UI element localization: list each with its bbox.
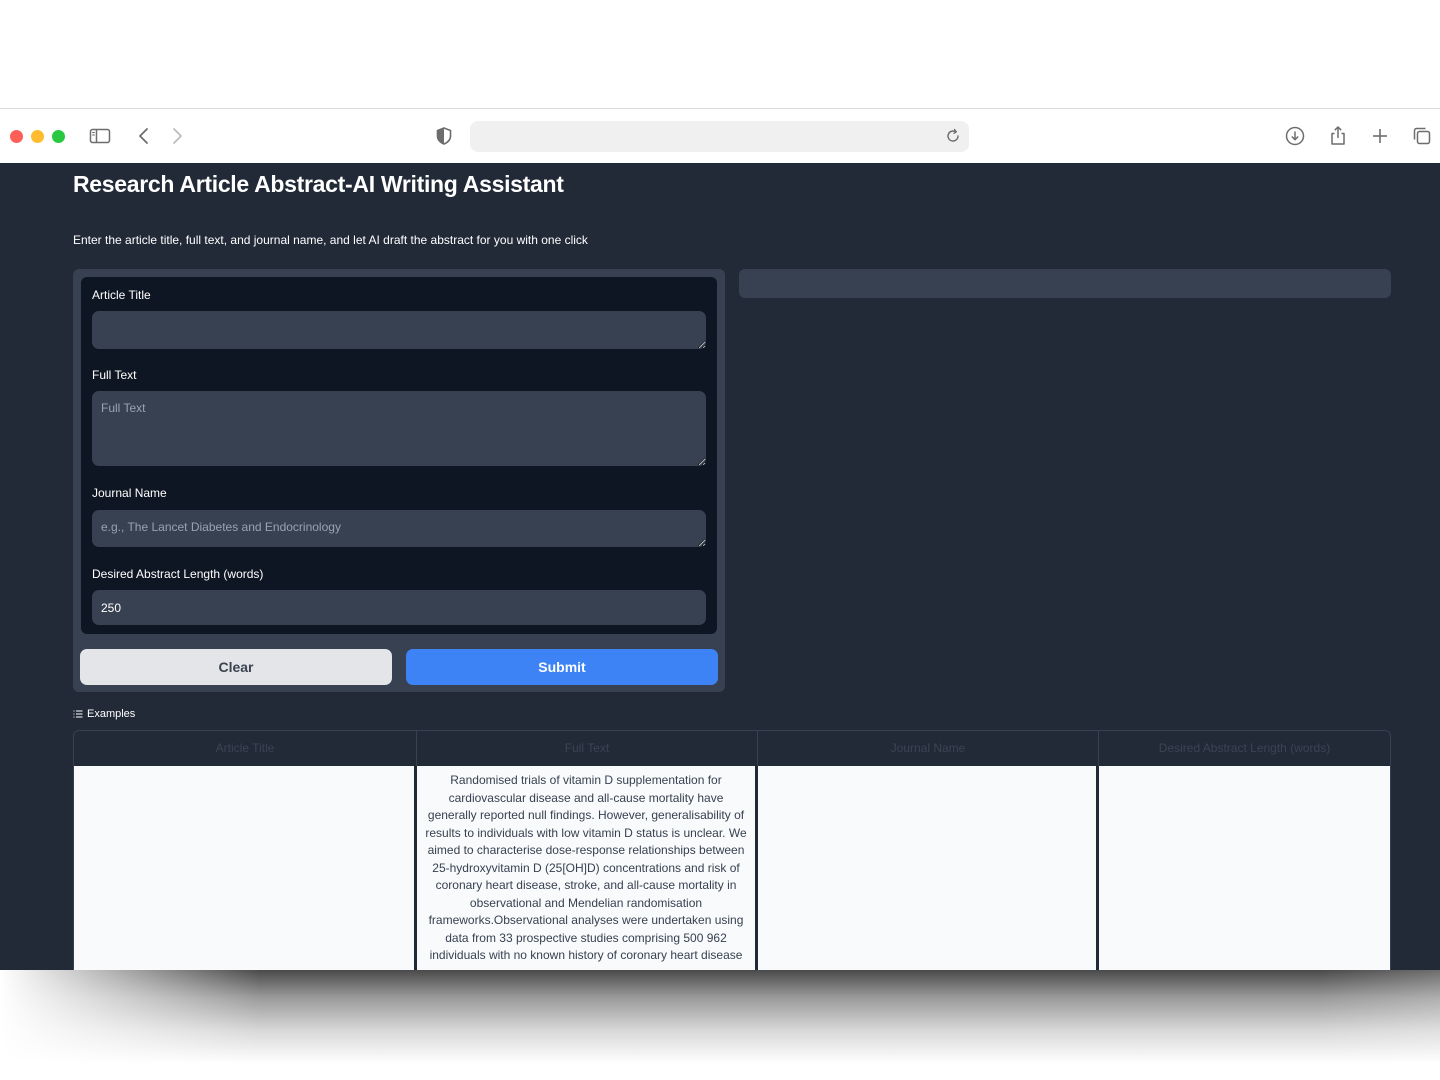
minimize-window-button[interactable] [31,130,44,143]
window-shadow-fade-left [0,970,260,1080]
journal-name-label: Journal Name [92,486,167,500]
full-text-field[interactable] [92,391,706,466]
chevron-right-icon[interactable] [164,123,190,149]
sidebar-icon[interactable] [87,123,113,149]
page-title: Research Article Abstract-AI Writing Ass… [73,171,564,197]
download-icon[interactable] [1282,123,1308,149]
examples-header: Examples [73,708,135,720]
browser-toolbar [0,108,1440,163]
full-text-label: Full Text [92,368,137,382]
close-window-button[interactable] [10,130,23,143]
list-icon [73,710,83,718]
article-title-field[interactable] [92,311,706,349]
zoom-window-button[interactable] [52,130,65,143]
share-icon[interactable] [1325,123,1351,149]
example-cell-article-title[interactable] [74,766,417,970]
column-header-journal-name: Journal Name [758,731,1099,766]
journal-name-field[interactable] [92,510,706,547]
abstract-length-label: Desired Abstract Length (words) [92,567,264,581]
example-row[interactable]: Randomised trials of vitamin D supplemen… [74,766,1390,970]
plus-icon[interactable] [1367,123,1393,149]
window-shadow-fade-right [1320,970,1440,1080]
abstract-length-input[interactable] [92,590,706,625]
column-header-full-text: Full Text [417,731,758,766]
clear-button[interactable]: Clear [80,649,392,685]
submit-button[interactable]: Submit [406,649,718,685]
output-box [739,269,1391,298]
article-title-label: Article Title [92,288,151,302]
examples-table: Article Title Full Text Journal Name Des… [73,730,1391,970]
reload-icon[interactable] [943,126,963,146]
address-bar[interactable] [470,121,969,152]
chevron-left-icon[interactable] [131,123,157,149]
column-header-abstract-length: Desired Abstract Length (words) [1158,741,1331,755]
page-description: Enter the article title, full text, and … [73,233,588,247]
examples-label: Examples [87,708,136,720]
input-panel: Article Title Full Text Journal Name Des… [73,269,725,692]
input-fields-group: Article Title Full Text Journal Name Des… [81,277,717,634]
column-header-article-title: Article Title [74,731,417,766]
shield-icon[interactable] [431,123,457,149]
examples-table-header: Article Title Full Text Journal Name Des… [74,731,1390,766]
example-cell-abstract-length[interactable] [1099,766,1390,970]
tabs-overview-icon[interactable] [1409,123,1435,149]
top-margin [0,0,1440,108]
example-cell-journal-name[interactable] [758,766,1099,970]
example-cell-full-text[interactable]: Randomised trials of vitamin D supplemen… [417,766,758,970]
app-content: Research Article Abstract-AI Writing Ass… [0,163,1440,970]
